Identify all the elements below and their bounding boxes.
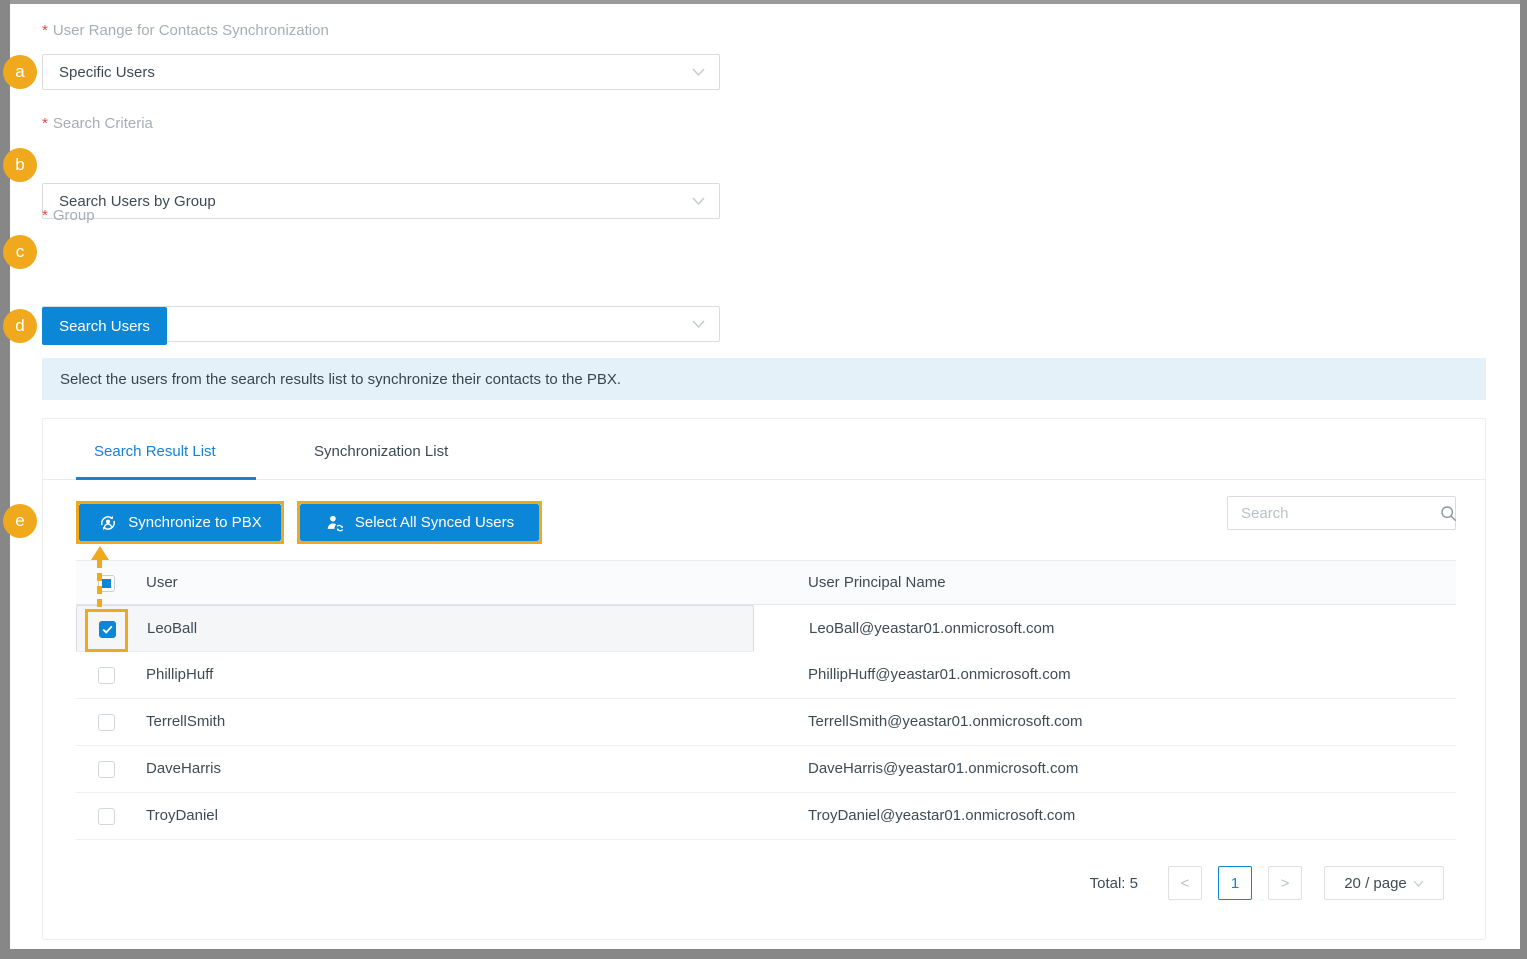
pagination-page-1[interactable]: 1: [1218, 866, 1252, 900]
search-icon: [1440, 505, 1457, 522]
search-criteria-select[interactable]: Search Users by Group: [42, 183, 720, 219]
user-range-select[interactable]: Specific Users: [42, 54, 720, 90]
table-search: [1227, 496, 1456, 530]
row-checkbox[interactable]: [98, 714, 115, 731]
table-row[interactable]: LeoBall LeoBall@yeastar01.onmicrosoft.co…: [76, 605, 754, 652]
user-with-sync-icon: [325, 513, 345, 533]
upn-cell: TerrellSmith@yeastar01.onmicrosoft.com: [808, 699, 1082, 745]
tab-divider: [43, 479, 1485, 480]
annotation-badge-d: d: [3, 309, 37, 343]
frame-border-top: [0, 0, 1527, 4]
contacts-sync-page: *User Range for Contacts Synchronization…: [0, 0, 1527, 959]
row-checkbox[interactable]: [98, 761, 115, 778]
annotation-badge-a: a: [3, 55, 37, 89]
select-all-synced-users-label: Select All Synced Users: [355, 514, 514, 531]
annotation-badge-b: b: [3, 148, 37, 182]
user-cell: PhillipHuff: [146, 652, 213, 698]
user-cell: DaveHarris: [146, 746, 221, 792]
pagination-next-button[interactable]: >: [1268, 866, 1302, 900]
user-cell: LeoBall: [147, 606, 197, 652]
table-row[interactable]: TerrellSmith TerrellSmith@yeastar01.onmi…: [76, 699, 1456, 746]
row-checkbox[interactable]: [98, 667, 115, 684]
user-cell: TerrellSmith: [146, 699, 225, 745]
frame-border-right: [1520, 0, 1527, 959]
annotation-checkbox-highlight: [85, 609, 128, 652]
table-search-input[interactable]: [1241, 505, 1440, 522]
synchronize-to-pbx-label: Synchronize to PBX: [128, 514, 261, 531]
required-marker: *: [42, 115, 48, 132]
info-banner: Select the users from the search results…: [42, 358, 1486, 400]
annotation-arrow-line: [97, 560, 102, 611]
upn-cell: TroyDaniel@yeastar01.onmicrosoft.com: [808, 793, 1075, 839]
upn-cell: LeoBall@yeastar01.onmicrosoft.com: [809, 606, 1054, 652]
user-range-value: Specific Users: [59, 64, 155, 81]
annotation-sync-highlight: Synchronize to PBX: [76, 501, 284, 544]
table-row[interactable]: PhillipHuff PhillipHuff@yeastar01.onmicr…: [76, 652, 1456, 699]
required-marker: *: [42, 207, 48, 224]
upn-cell: DaveHarris@yeastar01.onmicrosoft.com: [808, 746, 1078, 792]
synchronize-to-pbx-button[interactable]: Synchronize to PBX: [79, 504, 281, 541]
active-tab-underline: [76, 477, 256, 480]
chevron-down-icon: [692, 68, 705, 76]
chevron-down-icon: [1413, 880, 1424, 887]
column-header-user: User: [146, 561, 178, 605]
annotation-arrow-head: [91, 546, 109, 560]
column-header-upn: User Principal Name: [808, 561, 946, 605]
chevron-down-icon: [692, 320, 705, 328]
results-card: Search Result List Synchronization List …: [42, 418, 1486, 940]
frame-border-bottom: [0, 949, 1527, 959]
table-header-row: User User Principal Name: [76, 560, 1456, 605]
search-users-button[interactable]: Search Users: [42, 307, 167, 345]
upn-cell: PhillipHuff@yeastar01.onmicrosoft.com: [808, 652, 1071, 698]
search-criteria-label: *Search Criteria: [42, 115, 153, 132]
table-row[interactable]: DaveHarris DaveHarris@yeastar01.onmicros…: [76, 746, 1456, 793]
required-marker: *: [42, 22, 48, 39]
select-all-synced-users-button[interactable]: Select All Synced Users: [300, 504, 539, 541]
pagination-total: Total: 5: [1090, 875, 1138, 892]
table-row[interactable]: TroyDaniel TroyDaniel@yeastar01.onmicros…: [76, 793, 1456, 840]
info-banner-text: Select the users from the search results…: [60, 371, 621, 388]
page-size-value: 20 / page: [1344, 875, 1407, 892]
pagination: Total: 5 < 1 > 20 / page: [1090, 866, 1444, 900]
tab-search-result-list[interactable]: Search Result List: [94, 443, 216, 460]
annotation-badge-c: c: [3, 235, 37, 269]
annotation-selectall-highlight: Select All Synced Users: [297, 501, 542, 544]
tab-synchronization-list[interactable]: Synchronization List: [314, 443, 448, 460]
frame-border-left: [0, 0, 10, 959]
user-cell: TroyDaniel: [146, 793, 218, 839]
page-size-select[interactable]: 20 / page: [1324, 866, 1444, 900]
user-sync-circle-icon: [98, 513, 118, 533]
group-label: *Group: [42, 207, 95, 224]
row-checkbox[interactable]: [98, 808, 115, 825]
chevron-down-icon: [692, 197, 705, 205]
annotation-badge-e: e: [3, 504, 37, 538]
users-table: User User Principal Name LeoBall LeoBall…: [76, 560, 1456, 840]
pagination-prev-button[interactable]: <: [1168, 866, 1202, 900]
user-range-label: *User Range for Contacts Synchronization: [42, 22, 329, 39]
